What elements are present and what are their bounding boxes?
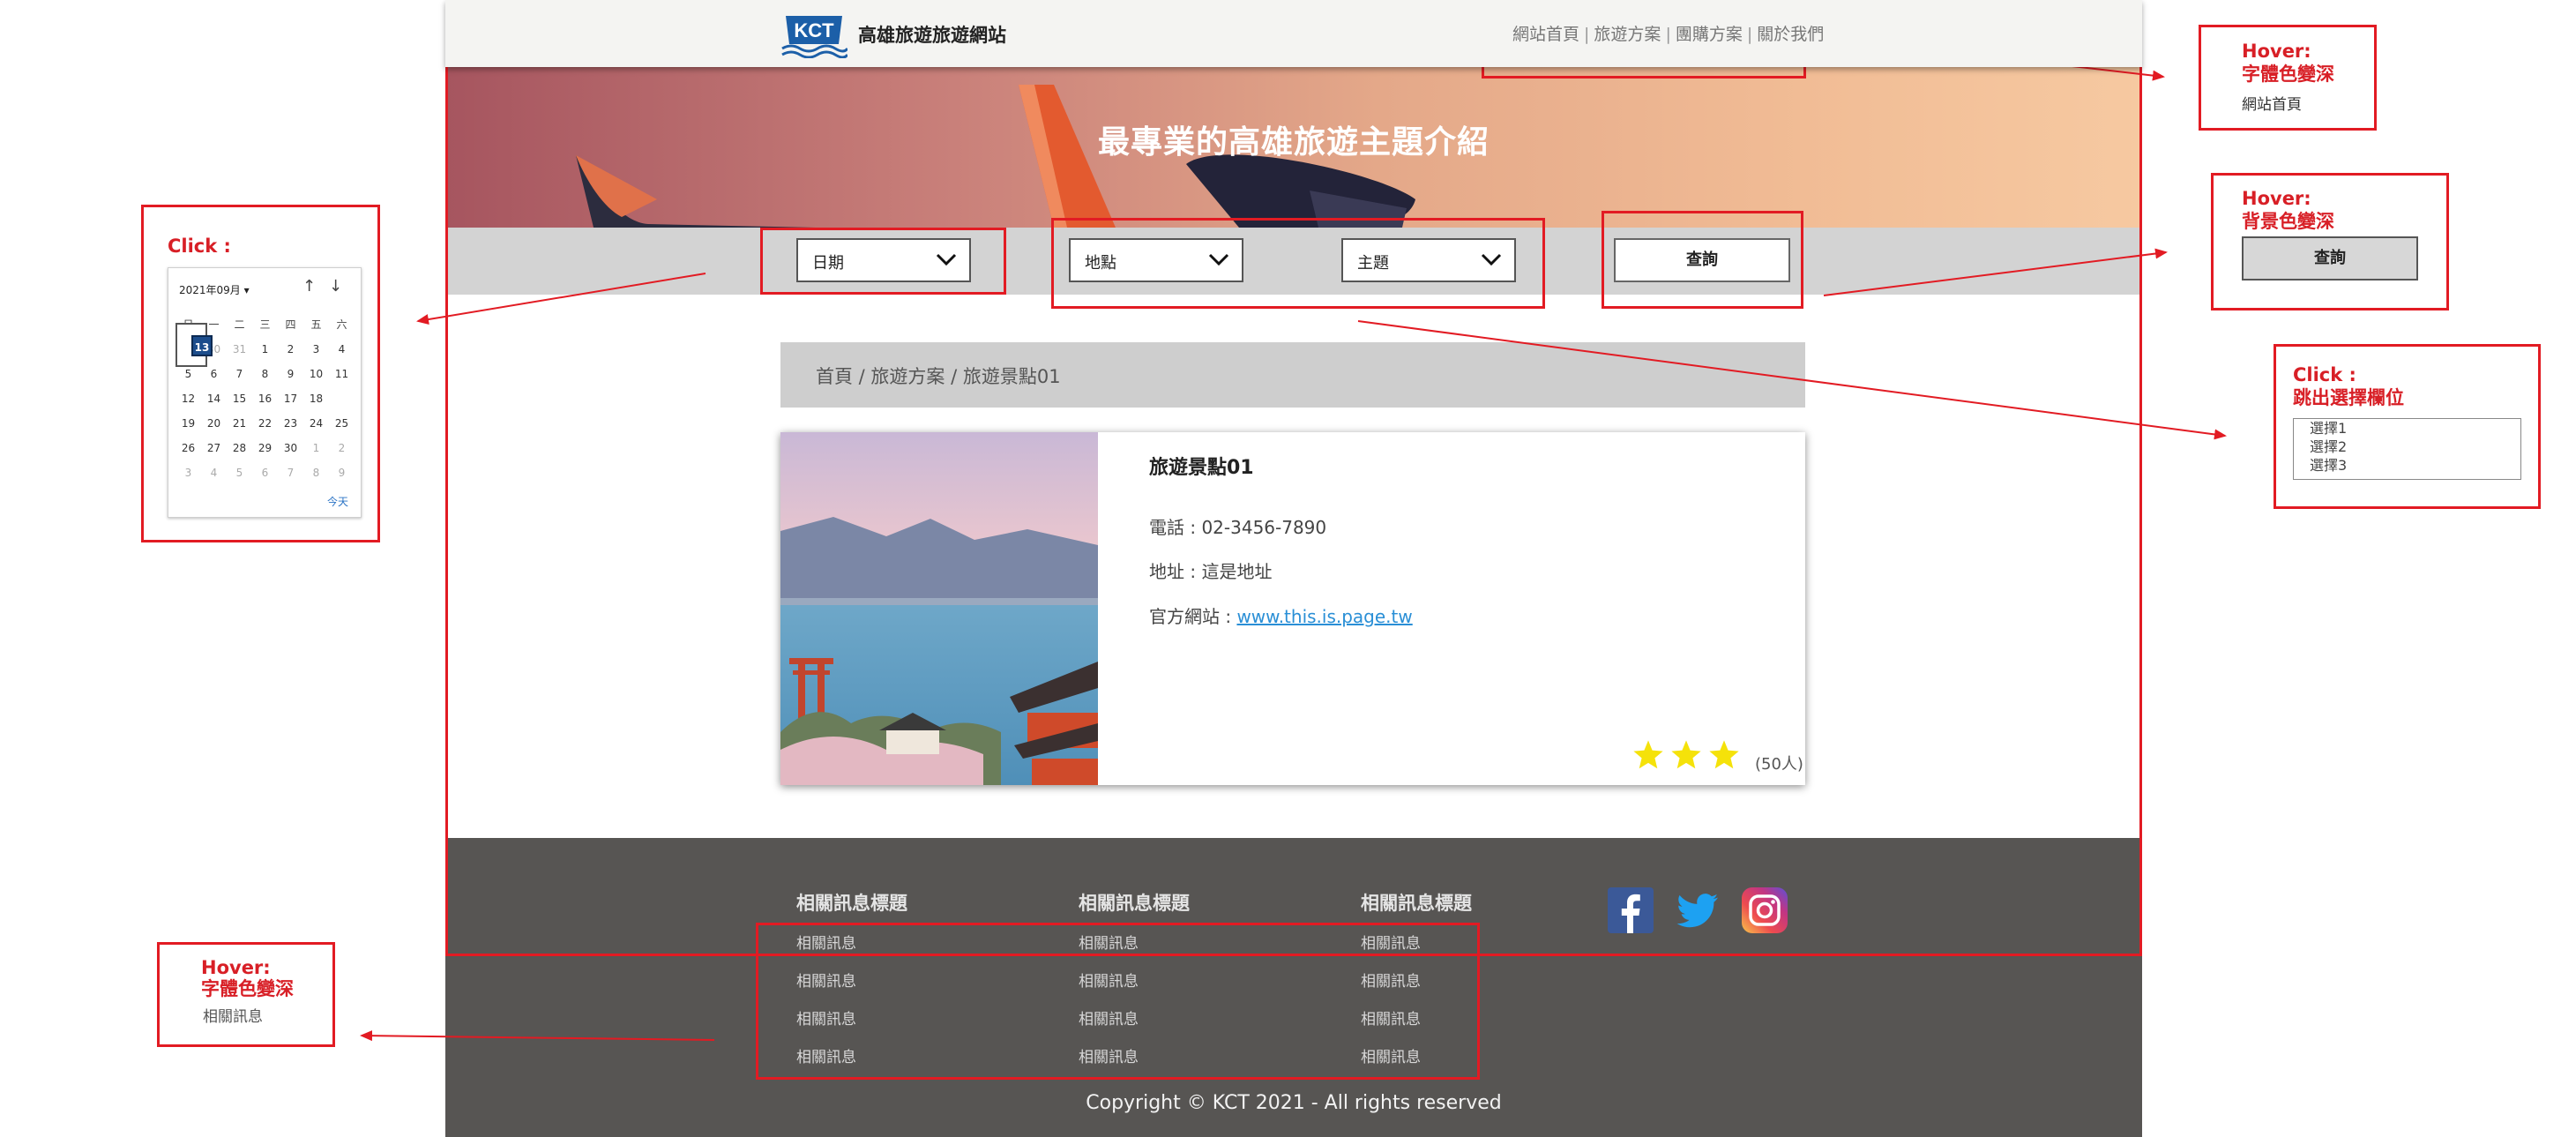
calendar-day[interactable]: 23 (278, 411, 303, 436)
nav-home[interactable]: 網站首頁 (1512, 25, 1579, 44)
calendar-day[interactable]: 4 (329, 337, 355, 362)
calendar-day[interactable]: 21 (227, 411, 252, 436)
select-popup-annotation-title: Click : (2293, 364, 2356, 385)
calendar-week-row: 26 27 28 29 30 1 2 (175, 436, 355, 460)
hover-footer-annotation-title: Hover: (201, 957, 271, 978)
calendar-month-label: 2021年09月 (179, 284, 241, 296)
kct-logo[interactable]: KCT (780, 9, 847, 58)
calendar-day[interactable]: 2 (278, 337, 303, 362)
select-options-popup: 選擇1 選擇2 選擇3 (2293, 418, 2521, 480)
calendar-day[interactable]: 29 (252, 436, 278, 460)
calendar-day[interactable]: 30 (278, 436, 303, 460)
site-name: 高雄旅遊旅遊網站 (858, 25, 1006, 46)
calendar-day[interactable]: 6 (252, 460, 278, 485)
calendar-day[interactable]: 18 (303, 386, 329, 411)
calendar-weekday: 五 (310, 318, 322, 331)
calendar-day[interactable]: 16 (252, 386, 278, 411)
calendar-week-row: 12 13 14 15 16 17 18 (175, 323, 355, 411)
calendar-day[interactable]: 28 (227, 436, 252, 460)
calendar-day[interactable]: 2 (329, 436, 355, 460)
arrow-up-icon[interactable]: ↑ (302, 277, 316, 295)
calendar-day[interactable]: 8 (303, 460, 329, 485)
calendar-grid: 日一二三四五六293031123456789101112131415161718… (175, 312, 355, 485)
hover-footer-sample: 相關訊息 (203, 1008, 263, 1026)
page-frame-annotation (445, 0, 2142, 956)
nav-separator: | (1665, 25, 1671, 44)
calendar-day[interactable]: 14 (201, 386, 227, 411)
calendar-day[interactable]: 9 (329, 460, 355, 485)
nav-separator: | (1746, 25, 1753, 44)
calendar-month-dropdown[interactable]: 2021年09月 ▾ (179, 282, 250, 297)
calendar-weekday: 二 (234, 318, 245, 331)
calendar-day[interactable]: 25 (329, 411, 355, 436)
select-option[interactable]: 選擇3 (2294, 456, 2520, 475)
calendar-day[interactable]: 24 (303, 411, 329, 436)
hover-nav-annotation-title: Hover: (2242, 41, 2311, 62)
calendar-day[interactable]: 1 (252, 337, 278, 362)
query-button-hover-sample: 查詢 (2242, 236, 2418, 281)
calendar-day[interactable]: 22 (252, 411, 278, 436)
footer-annotation-box (756, 923, 1480, 1080)
datepicker-popup: 2021年09月 ▾ ↑ ↓ 日一二三四五六293031123456789101… (168, 267, 362, 518)
button-annotation-box (1602, 211, 1803, 309)
calendar-day[interactable]: 7 (278, 460, 303, 485)
site-header: KCT 高雄旅遊旅遊網站 網站首頁 | 旅遊方案 | 團購方案 | 關於我們 (445, 0, 2142, 67)
calendar-week-row: 19 20 21 22 23 24 25 (175, 411, 355, 436)
calendar-day[interactable]: 20 (201, 411, 227, 436)
calendar-day[interactable]: 3 (175, 460, 201, 485)
calendar-day[interactable]: 15 (227, 386, 252, 411)
hover-nav-sample: 網站首頁 (2242, 96, 2302, 114)
hover-button-annotation-desc: 背景色變深 (2242, 211, 2334, 232)
calendar-day[interactable]: 5 (227, 460, 252, 485)
nav-separator: | (1584, 25, 1590, 44)
select-option[interactable]: 選擇2 (2294, 438, 2520, 456)
select-option[interactable]: 選擇1 (2294, 419, 2520, 438)
calendar-day[interactable]: 10 (303, 362, 329, 386)
calendar-day[interactable]: 1 (303, 436, 329, 460)
calendar-weekday: 四 (285, 318, 296, 331)
nav-about-us[interactable]: 關於我們 (1757, 25, 1824, 44)
calendar-day[interactable]: 3 (303, 337, 329, 362)
hover-nav-annotation-desc: 字體色變深 (2242, 64, 2334, 85)
calendar-annotation-title: Click : (168, 236, 231, 257)
date-annotation-box (760, 228, 1006, 295)
nav-group-buy[interactable]: 團購方案 (1676, 25, 1743, 44)
copyright-text: Copyright © KCT 2021 - All rights reserv… (1086, 1092, 1502, 1114)
calendar-weekday: 三 (259, 318, 271, 331)
calendar-day[interactable]: 26 (175, 436, 201, 460)
top-nav: 網站首頁 | 旅遊方案 | 團購方案 | 關於我們 (1512, 21, 1824, 45)
nav-travel-plans[interactable]: 旅遊方案 (1594, 25, 1661, 44)
calendar-day[interactable]: 27 (201, 436, 227, 460)
calendar-day[interactable]: 31 (227, 337, 252, 362)
calendar-day[interactable]: 19 (175, 411, 201, 436)
calendar-week-row: 3456789 (175, 460, 355, 485)
arrow-down-icon[interactable]: ↓ (329, 277, 342, 295)
calendar-weekday: 六 (336, 318, 347, 331)
calendar-day[interactable]: 7 (227, 362, 252, 386)
today-link[interactable]: 今天 (327, 494, 348, 509)
calendar-day[interactable]: 17 (278, 386, 303, 411)
calendar-day[interactable]: 13 (175, 323, 213, 367)
select-annotation-box (1051, 218, 1545, 309)
calendar-day[interactable]: 11 (329, 362, 355, 386)
hover-footer-annotation-desc: 字體色變深 (201, 978, 294, 999)
calendar-day[interactable]: 12 (175, 386, 201, 411)
calendar-day[interactable]: 4 (201, 460, 227, 485)
logo-text: KCT (794, 19, 834, 41)
select-popup-annotation-desc: 跳出選擇欄位 (2293, 387, 2404, 408)
calendar-day[interactable]: 8 (252, 362, 278, 386)
calendar-day[interactable]: 9 (278, 362, 303, 386)
hover-button-annotation-title: Hover: (2242, 188, 2311, 209)
